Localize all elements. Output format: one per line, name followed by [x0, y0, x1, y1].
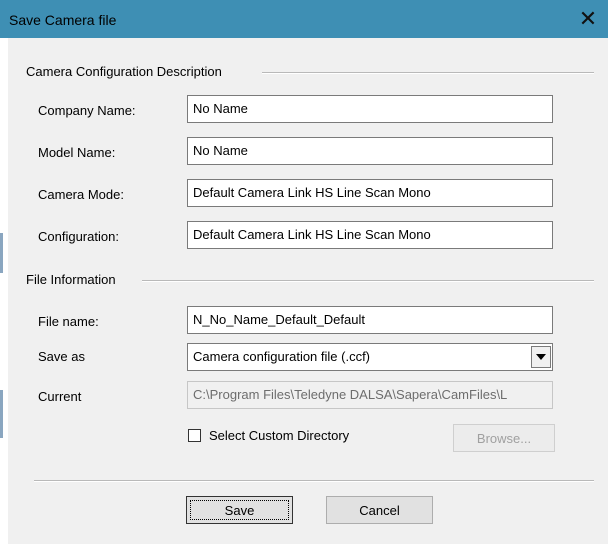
- background-window-edge: [0, 38, 8, 544]
- cancel-button[interactable]: Cancel: [326, 496, 433, 524]
- camera-section-title: Camera Configuration Description: [26, 64, 222, 79]
- file-name-field[interactable]: N_No_Name_Default_Default: [187, 306, 553, 334]
- save-button[interactable]: Save: [186, 496, 293, 524]
- focus-rectangle: [190, 500, 289, 520]
- window-title: Save Camera file: [9, 12, 117, 28]
- save-as-label: Save as: [38, 349, 85, 364]
- title-bar: Save Camera file ✕: [0, 0, 608, 38]
- save-as-value: Camera configuration file (.ccf): [193, 349, 371, 364]
- company-name-label: Company Name:: [38, 103, 136, 118]
- company-name-field[interactable]: No Name: [187, 95, 553, 123]
- camera-mode-field[interactable]: Default Camera Link HS Line Scan Mono: [187, 179, 553, 207]
- model-name-field[interactable]: No Name: [187, 137, 553, 165]
- file-name-label: File name:: [38, 314, 99, 329]
- browse-button[interactable]: Browse...: [453, 424, 555, 452]
- model-name-label: Model Name:: [38, 145, 116, 160]
- custom-directory-label[interactable]: Select Custom Directory: [209, 428, 349, 443]
- current-directory-field: C:\Program Files\Teledyne DALSA\Sapera\C…: [187, 381, 553, 409]
- save-as-select[interactable]: Camera configuration file (.ccf): [187, 343, 553, 371]
- configuration-field[interactable]: Default Camera Link HS Line Scan Mono: [187, 221, 553, 249]
- camera-section-line: [262, 72, 594, 74]
- file-section-line: [142, 280, 594, 282]
- close-icon[interactable]: ✕: [568, 0, 608, 38]
- camera-mode-label: Camera Mode:: [38, 187, 124, 202]
- chevron-down-icon[interactable]: [531, 346, 551, 368]
- bottom-divider: [34, 480, 594, 482]
- file-section-title: File Information: [26, 272, 116, 287]
- configuration-label: Configuration:: [38, 229, 119, 244]
- current-label: Current: [38, 389, 82, 404]
- custom-directory-checkbox[interactable]: [188, 429, 201, 442]
